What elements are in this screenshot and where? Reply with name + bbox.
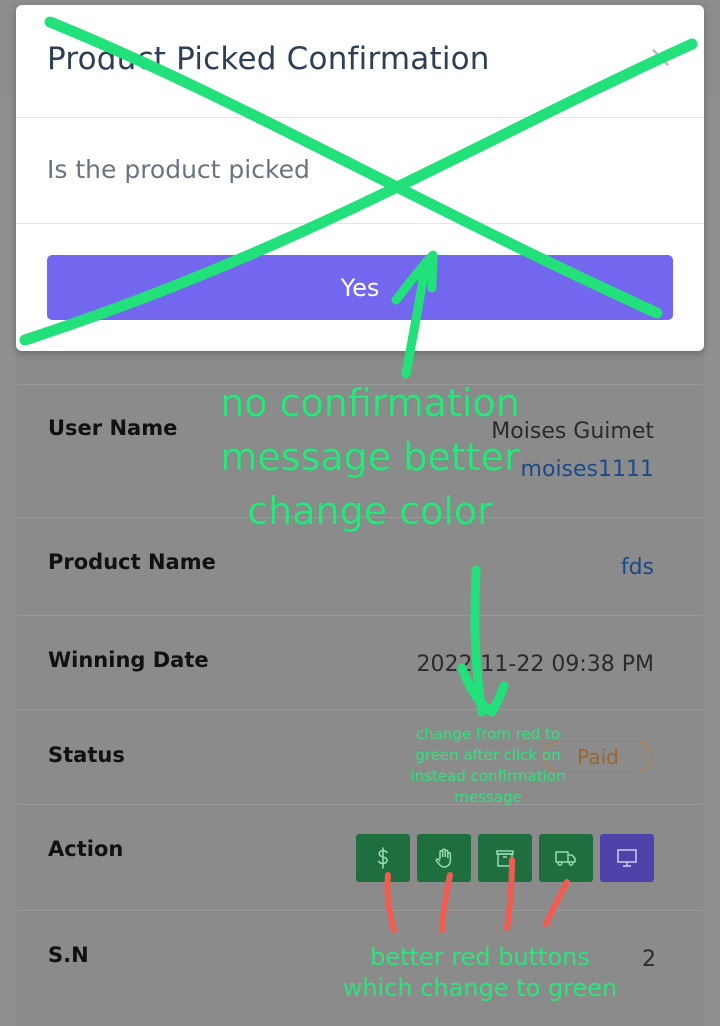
view-button[interactable] — [600, 834, 654, 882]
annotation-status-1: change from red to — [415, 725, 561, 743]
product-name-label: Product Name — [48, 550, 216, 574]
confirmation-modal: Product Picked Confirmation × Is the pro… — [16, 5, 704, 351]
action-label: Action — [48, 837, 124, 861]
annotation-main-2: message better — [220, 435, 520, 479]
annotation-buttons-1: better red buttons — [370, 943, 590, 971]
dollar-icon — [377, 847, 388, 869]
picked-button[interactable] — [417, 834, 471, 882]
sn-label: S.N — [48, 943, 89, 967]
annotation-main-1: no confirmation — [220, 381, 520, 425]
annotation-main-3: change color — [247, 489, 493, 533]
user-name-label: User Name — [48, 416, 178, 440]
annotation-status-2: green after click on — [415, 746, 561, 764]
status-label: Status — [48, 743, 125, 767]
box-icon — [496, 850, 514, 867]
close-icon[interactable]: × — [648, 43, 673, 73]
annotation-status-3: instead confirmation — [410, 767, 566, 785]
winning-date-row: Winning Date 2022-11-22 09:38 PM — [18, 615, 702, 710]
product-name-link[interactable]: fds — [621, 555, 654, 580]
modal-footer-divider — [16, 223, 704, 224]
payment-button[interactable] — [356, 834, 410, 882]
annotation-status-4: message — [454, 788, 522, 806]
monitor-icon — [617, 849, 637, 867]
hand-icon — [435, 848, 452, 868]
winning-date-label: Winning Date — [48, 648, 209, 672]
winning-date-value: 2022-11-22 09:38 PM — [416, 652, 655, 677]
annotation-buttons-2: which change to green — [342, 974, 618, 1002]
modal-message: Is the product picked — [47, 155, 310, 184]
truck-icon — [555, 851, 576, 866]
yes-button[interactable]: Yes — [47, 255, 673, 320]
modal-header-divider — [16, 117, 704, 118]
sn-value: 2 — [642, 947, 656, 972]
package-button[interactable] — [478, 834, 532, 882]
ship-button[interactable] — [539, 834, 593, 882]
modal-title: Product Picked Confirmation — [47, 41, 490, 77]
